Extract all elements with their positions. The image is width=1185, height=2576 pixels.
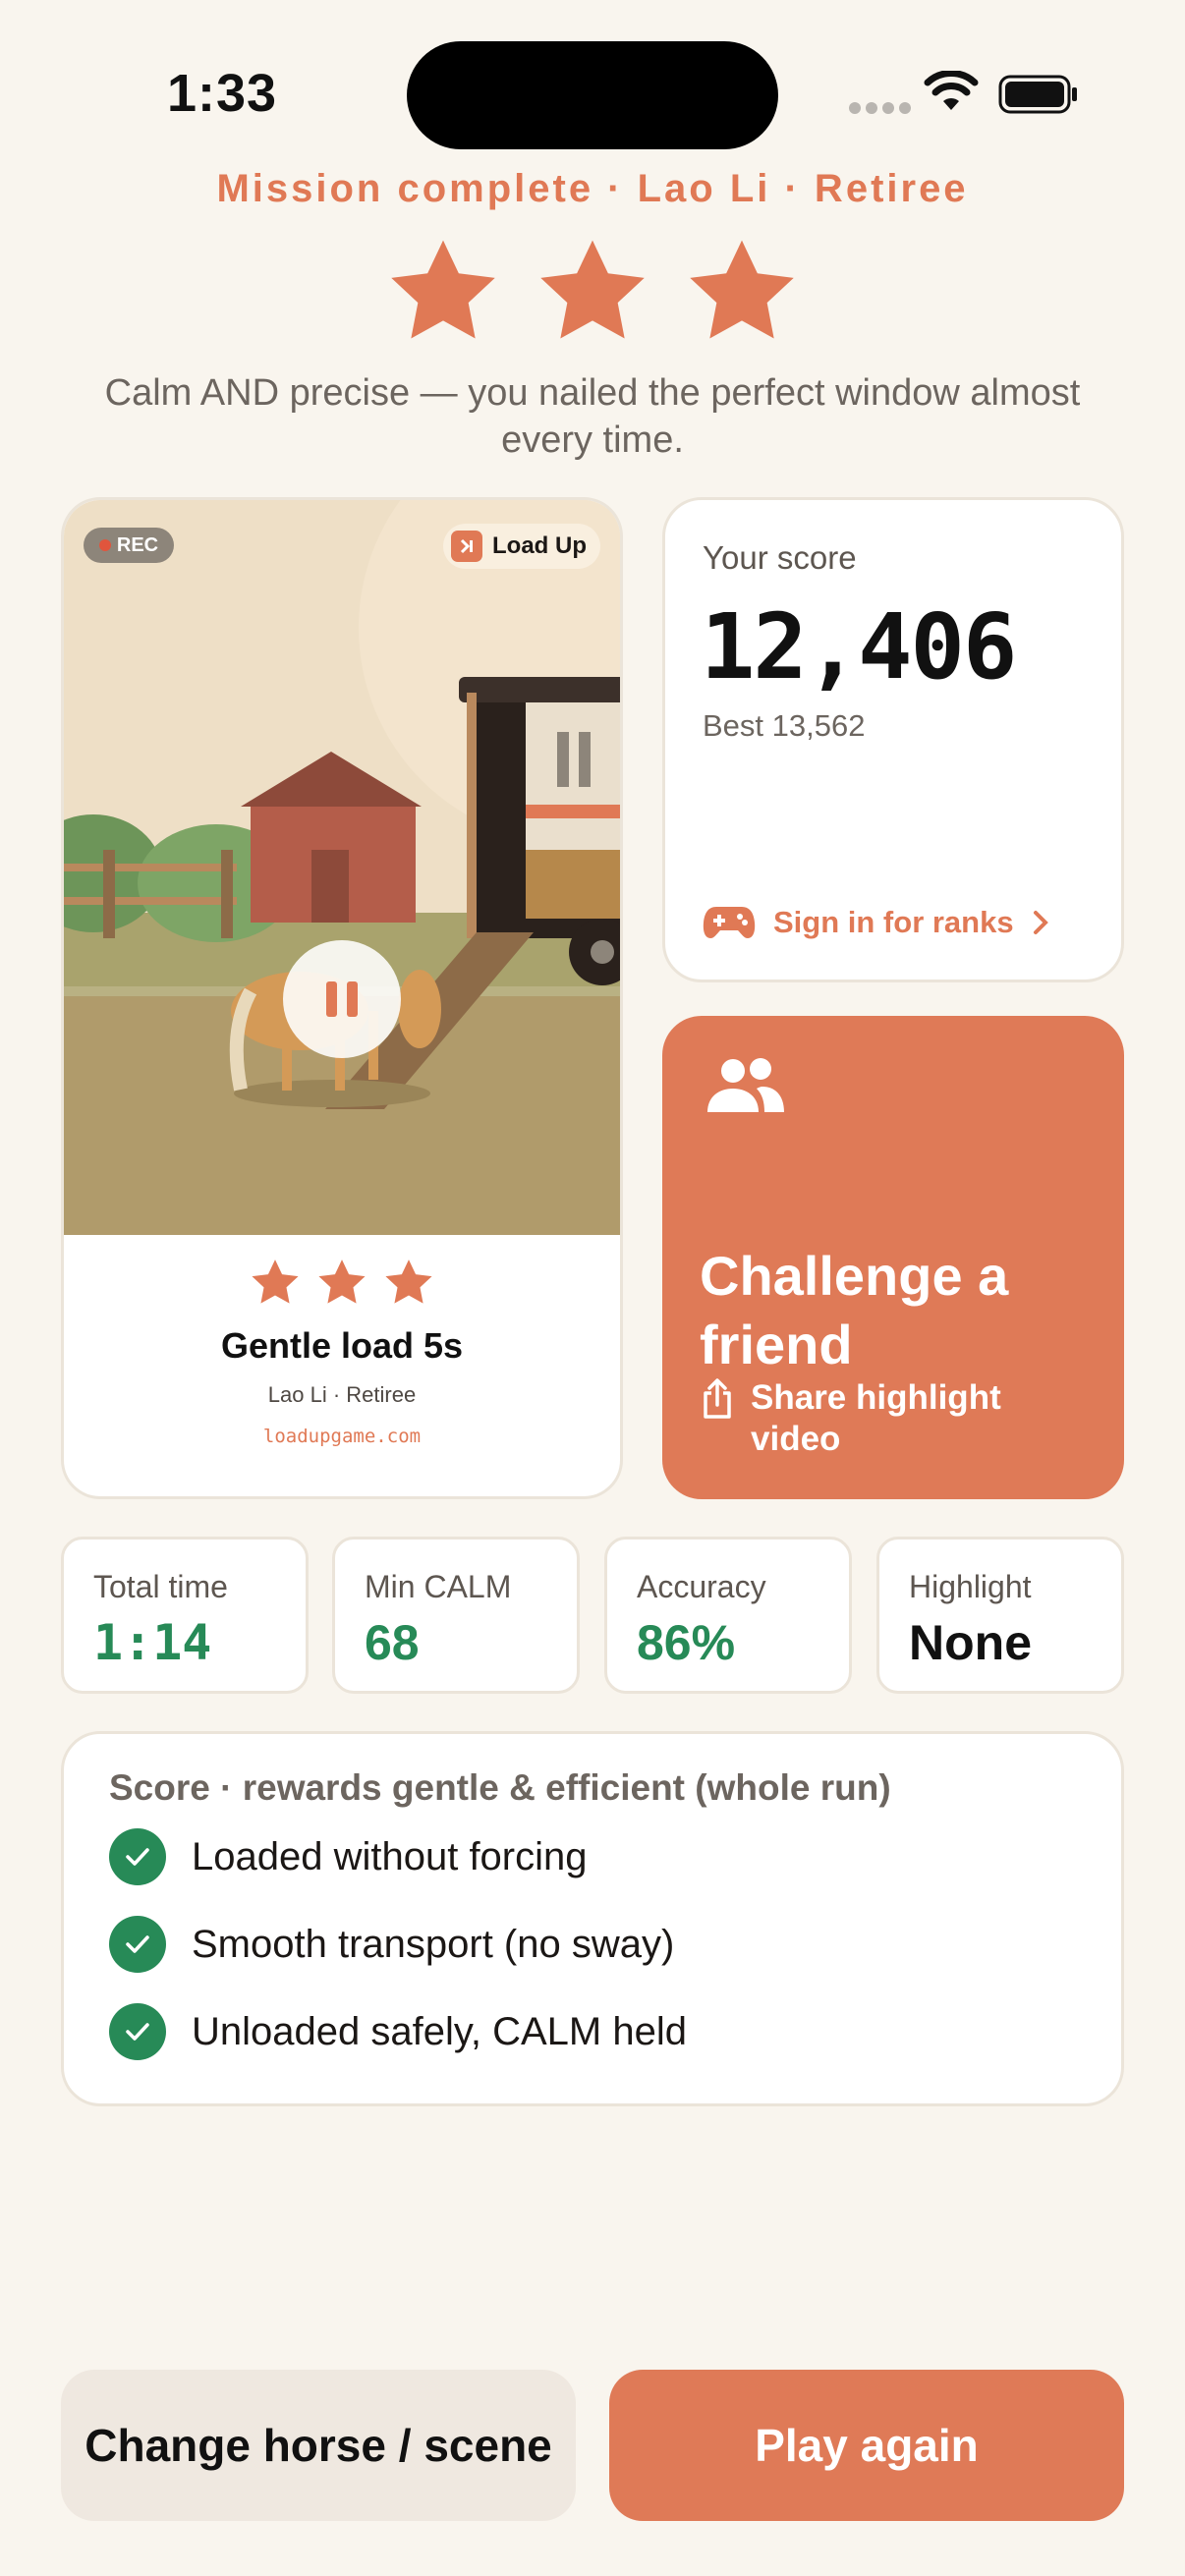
dynamic-island [407, 41, 778, 149]
share-label: Share highlight video [751, 1378, 1001, 1458]
wifi-icon [924, 71, 979, 110]
star-icon [391, 240, 495, 339]
check-icon [109, 1828, 166, 1885]
score-label: Your score [703, 539, 857, 576]
stat-accuracy: Accuracy 86% [604, 1537, 852, 1694]
result-subtitle: Calm AND precise — you nailed the perfec… [104, 372, 1081, 461]
score-value: 12,406 [701, 594, 1017, 700]
best-score: Best 13,562 [703, 708, 866, 743]
sign-in-label: Sign in for ranks [773, 905, 1014, 939]
stat-label: Accuracy [637, 1569, 766, 1604]
star-icon [318, 1260, 366, 1304]
rec-label: REC [116, 533, 159, 556]
rec-indicator: REC [84, 528, 174, 563]
stat-value: 1:14 [93, 1614, 212, 1671]
reward-label: Loaded without forcing [192, 1834, 588, 1878]
cellular-signal-icon [849, 102, 911, 114]
rec-dot-icon [98, 539, 111, 551]
stat-label: Highlight [909, 1569, 1032, 1604]
video-card-subtitle: Lao Li · Retiree [267, 1382, 417, 1407]
pause-icon [326, 981, 337, 1017]
video-card-title: Gentle load 5s [220, 1325, 464, 1366]
mission-complete-heading: Mission complete · Lao Li · Retiree [216, 167, 969, 210]
stat-min-calm: Min CALM 68 [332, 1537, 580, 1694]
brand-label: Load Up [492, 532, 587, 559]
video-card-url: loadupgame.com [262, 1426, 422, 1447]
stat-label: Min CALM [365, 1569, 512, 1604]
chevron-right-icon [1033, 911, 1048, 934]
reward-item: Unloaded safely, CALM held [109, 2003, 687, 2060]
gamepad-icon [703, 907, 756, 938]
rewards-title: Score · rewards gentle & efficient (whol… [109, 1767, 891, 1808]
results-screen: 1:33 Mission complete · Lao Li · Retiree… [0, 0, 1185, 2576]
stat-value: 86% [637, 1615, 736, 1670]
challenge-title: Challenge a friend [700, 1245, 1009, 1375]
star-rating [0, 238, 1185, 344]
challenge-friend-card[interactable]: Challenge a friend Share highlight video [662, 1016, 1124, 1499]
reward-label: Smooth transport (no sway) [192, 1922, 675, 1966]
star-icon [540, 240, 645, 339]
check-icon [109, 2003, 166, 2060]
change-horse-scene-button[interactable]: Change horse / scene [61, 2370, 576, 2521]
check-icon [109, 1916, 166, 1973]
stat-highlight: Highlight None [876, 1537, 1124, 1694]
highlight-video-card[interactable]: REC Load Up Gentle load 5s Lao Li · Reti… [61, 497, 623, 1499]
pause-button[interactable] [283, 940, 401, 1058]
stat-total-time: Total time 1:14 [61, 1537, 309, 1694]
play-again-button[interactable]: Play again [609, 2370, 1124, 2521]
stat-value: 68 [365, 1615, 420, 1670]
reward-item: Smooth transport (no sway) [109, 1916, 674, 1973]
card-star-rating [64, 1259, 620, 1306]
status-time: 1:33 [167, 64, 278, 123]
brand-watermark: Load Up [443, 524, 600, 569]
star-icon [385, 1260, 432, 1304]
load-up-logo-icon [451, 531, 482, 562]
reward-label: Unloaded safely, CALM held [192, 2009, 687, 2053]
stat-label: Total time [93, 1569, 228, 1604]
friends-icon [707, 1058, 784, 1112]
stat-value: None [909, 1615, 1032, 1670]
score-rewards-card: Score · rewards gentle & efficient (whol… [61, 1731, 1124, 2106]
star-icon [252, 1260, 299, 1304]
share-icon [704, 1378, 731, 1419]
star-icon [690, 240, 794, 339]
score-card: Your score 12,406 Best 13,562 Sign in fo… [662, 497, 1124, 982]
sign-in-for-ranks-link[interactable]: Sign in for ranks [703, 905, 1049, 940]
battery-icon [998, 75, 1077, 114]
reward-item: Loaded without forcing [109, 1828, 588, 1885]
share-highlight-video[interactable]: Share highlight video [700, 1377, 1045, 1460]
farm-scene-illustration [64, 500, 620, 1235]
